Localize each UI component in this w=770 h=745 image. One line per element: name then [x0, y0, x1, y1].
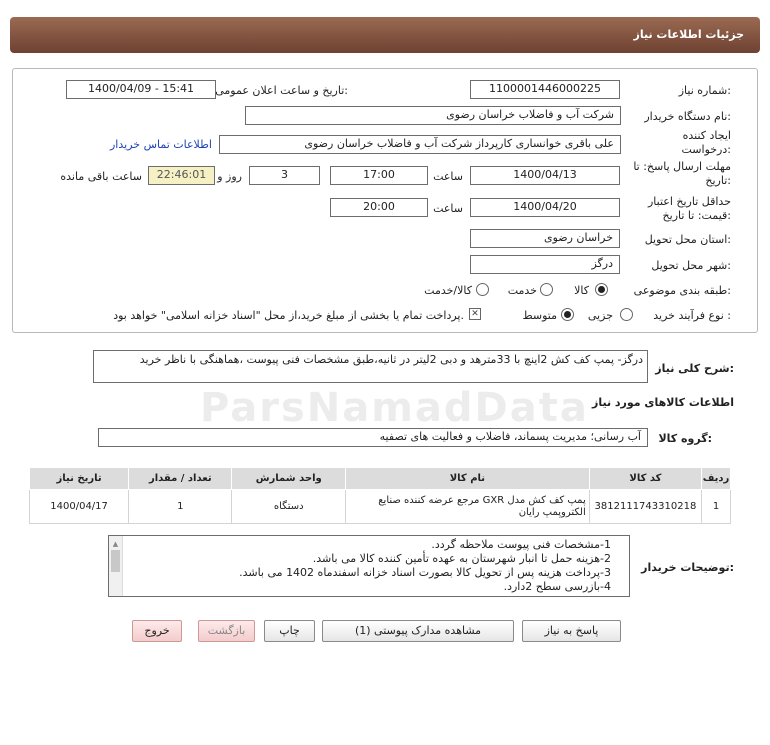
- notes-line: 2-هزینه حمل تا انبار شهرستان به عهده تأم…: [312, 552, 611, 565]
- print-button[interactable]: چاپ: [264, 620, 315, 642]
- page-title: جزئیات اطلاعات نیاز: [633, 28, 745, 41]
- need-number-field: 1100001446000225: [470, 80, 620, 99]
- category-both-label: کالا/خدمت: [424, 284, 472, 297]
- city-field: درگز: [470, 255, 620, 274]
- notes-line: 1-مشخصات فنی پیوست ملاحظه گردد.: [431, 538, 611, 551]
- deadline-label: مهلت ارسال پاسخ: تا تاریخ:: [633, 160, 731, 187]
- creator-field: علی باقری خوانساری کارپرداز شرکت آب و فا…: [219, 135, 621, 154]
- category-label: طبقه بندی موضوعی:: [633, 284, 731, 297]
- category-goods-label: کالا: [574, 284, 589, 297]
- exit-button[interactable]: خروج: [132, 620, 182, 642]
- col-name-header: نام کالا: [345, 467, 590, 490]
- deadline-time-field: 17:00: [330, 166, 428, 185]
- table-row: 1 3812111743310218 پمپ کف کش مدل GXR مرج…: [28, 489, 731, 524]
- validity-label: حداقل تاریخ اعتبار قیمت: تا تاریخ:: [647, 195, 731, 222]
- buyer-label: نام دستگاه خریدار:: [644, 110, 731, 123]
- process-medium-radio[interactable]: [561, 308, 574, 321]
- col-unit-header: واحد شمارش: [231, 467, 347, 490]
- contact-buyer-link[interactable]: اطلاعات تماس خریدار: [110, 138, 212, 151]
- category-service-radio[interactable]: [540, 283, 553, 296]
- goods-group-field: آب رسانی؛ مدیریت پسماند، فاضلاب و فعالیت…: [98, 428, 648, 447]
- remaining-label: ساعت باقی مانده: [60, 170, 142, 183]
- row-index: 1: [701, 489, 731, 524]
- deadline-time-label: ساعت: [433, 170, 463, 183]
- process-minor-radio[interactable]: [620, 308, 633, 321]
- province-label: استان محل تحویل:: [644, 233, 731, 246]
- remaining-time-field: 22:46:01: [148, 166, 215, 185]
- validity-time-field: 20:00: [330, 198, 428, 217]
- validity-date-field: 1400/04/20: [470, 198, 620, 217]
- goods-group-label: گروه کالا:: [658, 432, 712, 445]
- notes-line: 3-پرداخت هزینه پس از تحویل کالا بصورت اس…: [239, 566, 611, 579]
- goods-section-title: اطلاعات کالاهای مورد نیاز: [592, 396, 734, 409]
- attachments-button[interactable]: مشاهده مدارک پیوستی (1): [322, 620, 514, 642]
- page-header: جزئیات اطلاعات نیاز: [10, 17, 760, 53]
- notes-textarea[interactable]: 1-مشخصات فنی پیوست ملاحظه گردد. 2-هزینه …: [108, 535, 630, 597]
- validity-time-label: ساعت: [433, 202, 463, 215]
- category-goods-radio[interactable]: [595, 283, 608, 296]
- row-name: پمپ کف کش مدل GXR مرجع عرضه کننده صنایع …: [345, 489, 590, 524]
- notes-line: 4-بازرسی سطح 2دارد.: [503, 580, 611, 593]
- row-code: 3812111743310218: [588, 489, 703, 524]
- notes-scrollbar[interactable]: ▲: [109, 536, 123, 596]
- scroll-up-icon[interactable]: ▲: [111, 537, 120, 548]
- description-field: درگز- پمپ کف کش 2اینچ با 33مترهد و دبی 2…: [93, 350, 648, 383]
- row-qty: 1: [128, 489, 233, 524]
- col-code-header: کد کالا: [588, 467, 703, 490]
- description-label: شرح کلی نیاز:: [655, 362, 734, 375]
- buyer-field: شرکت آب و فاضلاب خراسان رضوی: [245, 106, 621, 125]
- back-button-label: بازگشت: [207, 624, 246, 637]
- col-qty-header: تعداد / مقدار: [128, 467, 233, 490]
- goods-table-header: ردیف کد کالا نام کالا واحد شمارش تعداد /…: [28, 467, 731, 490]
- days-label: روز و: [217, 170, 242, 183]
- need-number-label: شماره نیاز:: [678, 84, 731, 97]
- city-label: شهر محل تحویل:: [651, 259, 731, 272]
- days-field: 3: [249, 166, 320, 185]
- row-unit: دستگاه: [231, 489, 347, 524]
- process-medium-label: متوسط: [522, 309, 557, 322]
- watermark: ParsNamadData: [200, 385, 589, 431]
- back-button[interactable]: بازگشت: [198, 620, 255, 642]
- col-index-header: ردیف: [701, 467, 731, 490]
- goods-table: ردیف کد کالا نام کالا واحد شمارش تعداد /…: [28, 467, 731, 524]
- process-label: نوع فرآیند خرید :: [653, 309, 731, 322]
- col-date-header: تاریخ نیاز: [28, 467, 130, 490]
- creator-label: ایجاد کننده درخواست:: [681, 129, 732, 156]
- row-date: 1400/04/17: [28, 489, 130, 524]
- notes-label: توضیحات خریدار:: [641, 561, 734, 574]
- category-both-radio[interactable]: [476, 283, 489, 296]
- treasury-payment-checkbox[interactable]: ✕: [469, 308, 481, 320]
- reply-button[interactable]: پاسخ به نیاز: [522, 620, 621, 642]
- announce-label: تاریخ و ساعت اعلان عمومی:: [215, 84, 348, 97]
- payment-note: پرداخت تمام یا بخشی از مبلغ خرید،از محل …: [113, 309, 464, 322]
- announce-field: 1400/04/09 - 15:41: [66, 80, 216, 99]
- deadline-date-field: 1400/04/13: [470, 166, 620, 185]
- province-field: خراسان رضوی: [470, 229, 620, 248]
- scroll-thumb[interactable]: [111, 550, 120, 572]
- exit-button-label: خروج: [144, 624, 170, 637]
- category-service-label: خدمت: [507, 284, 537, 297]
- process-minor-label: جزیی: [587, 309, 613, 322]
